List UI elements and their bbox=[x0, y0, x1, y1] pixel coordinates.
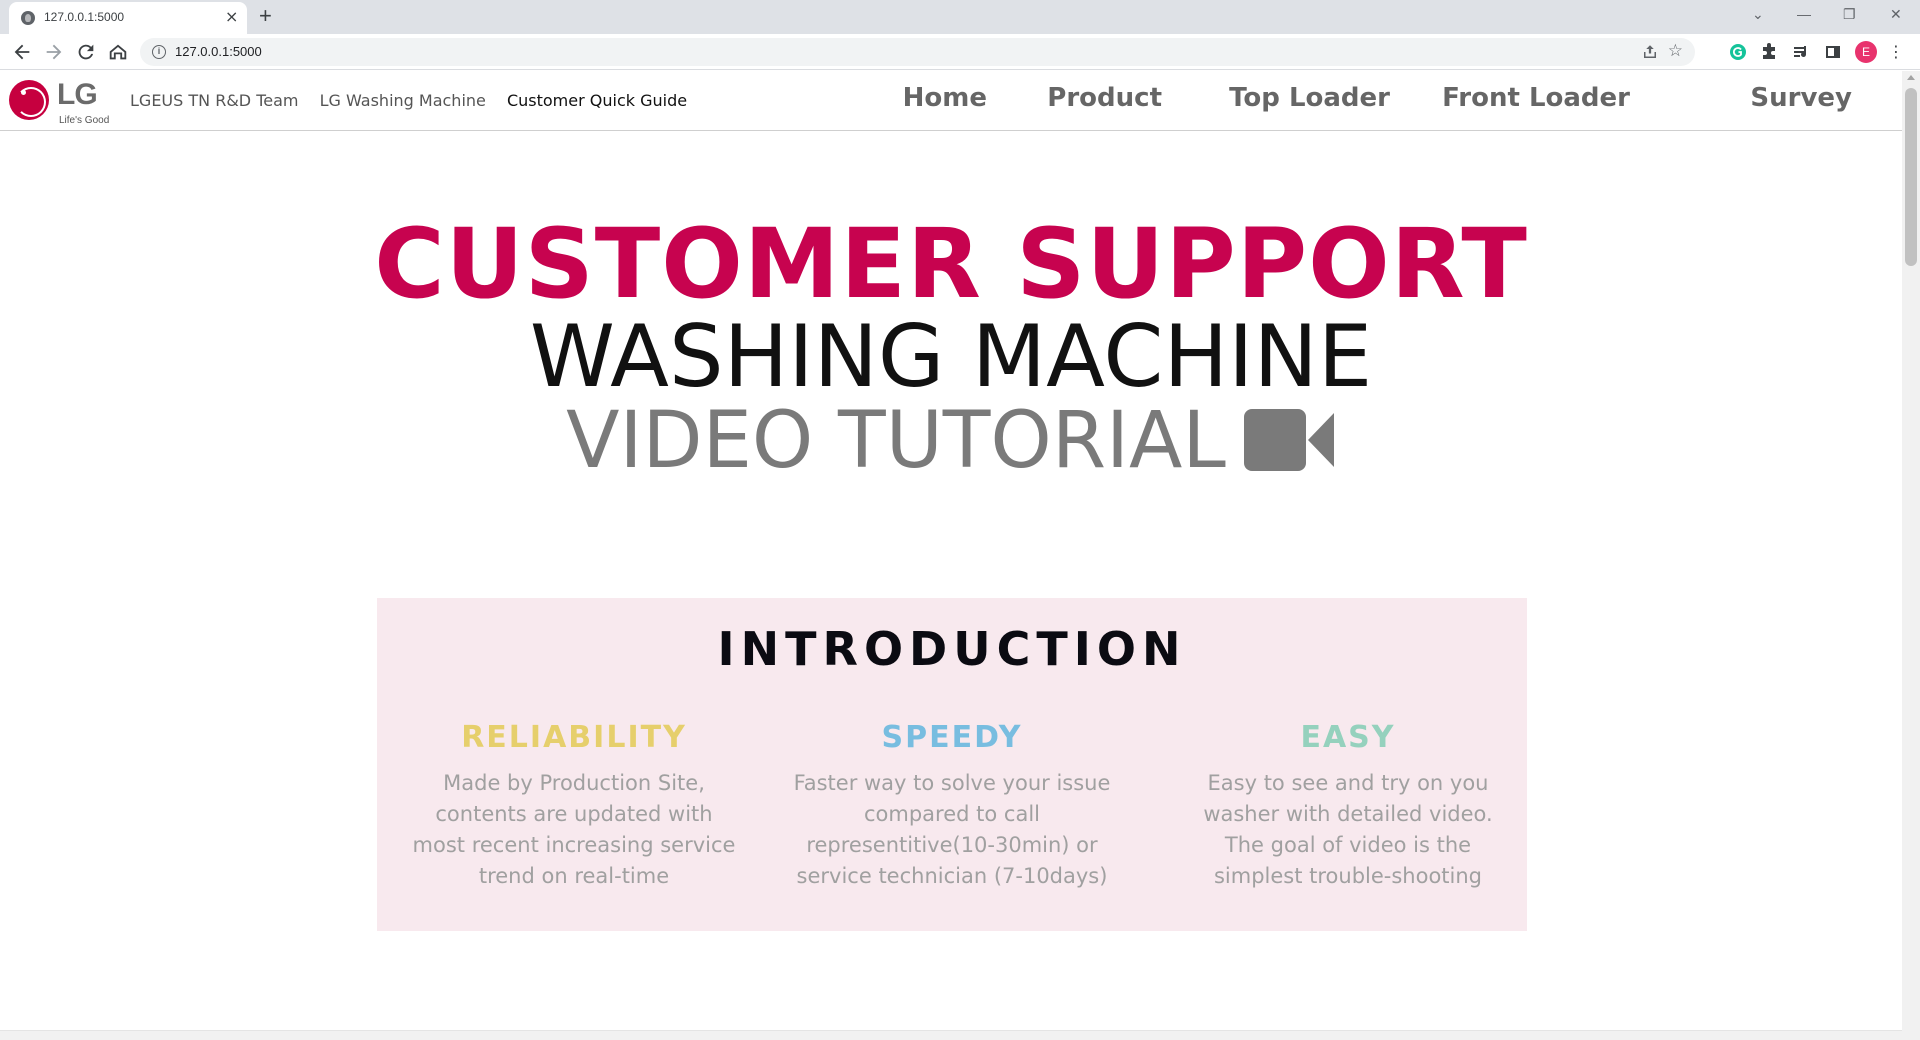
browser-tab-strip: 127.0.0.1:5000 × + ⌄ — ❐ ✕ bbox=[0, 0, 1920, 34]
browser-tab[interactable]: 127.0.0.1:5000 × bbox=[9, 2, 247, 34]
lg-logo[interactable]: LG Life's Good bbox=[9, 76, 113, 126]
scroll-thumb[interactable] bbox=[1905, 88, 1917, 266]
minimize-button[interactable]: — bbox=[1797, 5, 1811, 23]
globe-icon bbox=[21, 11, 35, 25]
share-icon[interactable] bbox=[1641, 43, 1659, 61]
nav-top-loader[interactable]: Top Loader bbox=[1229, 83, 1390, 113]
url-text[interactable]: 127.0.0.1:5000 bbox=[175, 44, 262, 59]
restore-button[interactable]: ❐ bbox=[1843, 5, 1856, 23]
feature-description: Faster way to solve your issue compared … bbox=[793, 771, 1111, 888]
side-panel-icon[interactable] bbox=[1823, 42, 1843, 62]
video-camera-icon bbox=[1243, 409, 1336, 471]
reload-icon[interactable] bbox=[75, 41, 97, 63]
lg-logo-icon bbox=[9, 80, 49, 120]
hero-tagline: VIDEO TUTORIAL bbox=[0, 394, 1902, 488]
feature-speedy: SPEEDY Faster way to solve your issue co… bbox=[787, 720, 1117, 892]
nav-home[interactable]: Home bbox=[903, 83, 987, 113]
tab-close-icon[interactable]: × bbox=[225, 8, 238, 26]
browser-toolbar: i 127.0.0.1:5000 ☆ E ⋮ bbox=[0, 34, 1920, 70]
forward-arrow-icon[interactable] bbox=[43, 41, 65, 63]
breadcrumb-team[interactable]: LGEUS TN R&D Team bbox=[130, 91, 299, 110]
feature-easy: EASY Easy to see and try on you washer w… bbox=[1183, 720, 1513, 892]
hero-title: CUSTOMER SUPPORT bbox=[374, 208, 1528, 320]
logo-tagline: Life's Good bbox=[59, 115, 110, 126]
tab-search-icon[interactable]: ⌄ bbox=[1752, 5, 1764, 23]
vertical-scrollbar[interactable] bbox=[1902, 71, 1920, 1040]
site-info-icon[interactable]: i bbox=[152, 45, 166, 59]
new-tab-button[interactable]: + bbox=[259, 4, 272, 28]
address-bar[interactable]: i 127.0.0.1:5000 ☆ bbox=[140, 38, 1695, 66]
profile-avatar[interactable]: E bbox=[1855, 41, 1877, 63]
logo-text: LG bbox=[57, 78, 98, 111]
home-icon[interactable] bbox=[107, 41, 129, 63]
breadcrumb-washing-machine[interactable]: LG Washing Machine bbox=[320, 91, 486, 110]
nav-survey[interactable]: Survey bbox=[1750, 83, 1852, 113]
bookmark-star-icon[interactable]: ☆ bbox=[1668, 41, 1683, 61]
scroll-up-arrow-icon[interactable] bbox=[1907, 75, 1915, 80]
back-arrow-icon[interactable] bbox=[11, 41, 33, 63]
feature-reliability: RELIABILITY Made by Production Site, con… bbox=[409, 720, 739, 892]
hero-tagline-text: VIDEO TUTORIAL bbox=[566, 396, 1226, 486]
media-controls-icon[interactable] bbox=[1791, 42, 1811, 62]
nav-front-loader[interactable]: Front Loader bbox=[1442, 83, 1630, 113]
introduction-title: INTRODUCTION bbox=[717, 622, 1187, 676]
nav-product[interactable]: Product bbox=[1047, 83, 1162, 113]
feature-description: Easy to see and try on you washer with d… bbox=[1203, 771, 1493, 888]
tab-title: 127.0.0.1:5000 bbox=[44, 10, 125, 24]
horizontal-scrollbar[interactable] bbox=[0, 1030, 1902, 1040]
introduction-section: INTRODUCTION RELIABILITY Made by Product… bbox=[377, 598, 1527, 931]
feature-title: RELIABILITY bbox=[461, 720, 687, 755]
feature-title: EASY bbox=[1300, 720, 1396, 755]
breadcrumb-quick-guide[interactable]: Customer Quick Guide bbox=[507, 91, 687, 110]
browser-menu-icon[interactable]: ⋮ bbox=[1888, 42, 1904, 62]
site-header: LG Life's Good LGEUS TN R&D Team LG Wash… bbox=[0, 71, 1902, 131]
feature-description: Made by Production Site, contents are up… bbox=[412, 771, 736, 888]
breadcrumb: LGEUS TN R&D Team LG Washing Machine Cus… bbox=[130, 91, 703, 110]
grammarly-icon[interactable] bbox=[1728, 42, 1748, 62]
close-window-button[interactable]: ✕ bbox=[1890, 5, 1902, 23]
hero-subtitle: WASHING MACHINE bbox=[529, 307, 1373, 407]
feature-title: SPEEDY bbox=[881, 720, 1023, 755]
extensions-puzzle-icon[interactable] bbox=[1759, 42, 1779, 62]
